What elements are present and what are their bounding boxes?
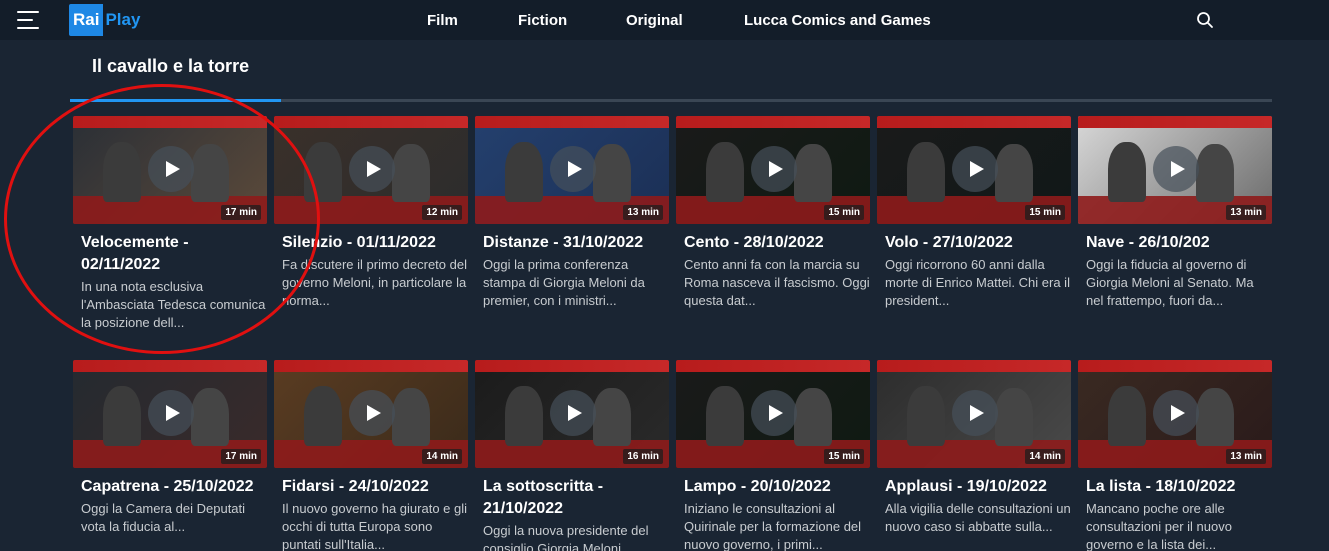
video-description: Oggi la Camera dei Deputati vota la fidu…: [81, 501, 246, 534]
video-description: Oggi la fiducia al governo di Giorgia Me…: [1086, 257, 1254, 308]
video-title[interactable]: Velocemente - 02/11/2022: [81, 232, 267, 276]
video-title[interactable]: Cento - 28/10/2022: [684, 232, 870, 254]
video-card[interactable]: 15 min Cento - 28/10/2022 Cento anni fa co…: [676, 116, 870, 336]
video-title[interactable]: Applausi - 19/10/2022: [885, 476, 1071, 498]
video-card[interactable]: 13 min Nave - 26/10/202 Oggi la fiducia al…: [1078, 116, 1272, 336]
video-thumbnail[interactable]: 14 min: [274, 360, 468, 468]
video-card[interactable]: 12 min Silenzio - 01/11/2022 Fa discutere …: [274, 116, 468, 336]
video-thumbnail[interactable]: 13 min: [475, 116, 669, 224]
video-title[interactable]: Capatrena - 25/10/2022: [81, 476, 267, 498]
video-title[interactable]: Fidarsi - 24/10/2022: [282, 476, 468, 498]
video-description: Oggi la nuova presidente del consiglio G…: [483, 523, 649, 551]
search-icon[interactable]: [1196, 11, 1214, 29]
video-description: Alla vigilia delle consultazioni un nuov…: [885, 501, 1071, 534]
video-card[interactable]: 17 min Capatrena - 25/10/2022 Oggi la Came…: [73, 360, 267, 551]
section-tab-underline: [70, 99, 1272, 102]
section-title: Il cavallo e la torre: [92, 56, 250, 76]
play-icon[interactable]: [148, 146, 194, 192]
video-card[interactable]: 13 min Distanze - 31/10/2022 Oggi la prima…: [475, 116, 669, 336]
play-icon[interactable]: [550, 146, 596, 192]
duration-badge: 14 min: [1025, 449, 1065, 464]
video-thumbnail[interactable]: 12 min: [274, 116, 468, 224]
video-title[interactable]: Nave - 26/10/202: [1086, 232, 1272, 254]
duration-badge: 12 min: [422, 205, 462, 220]
video-card[interactable]: 14 min Fidarsi - 24/10/2022 Il nuovo gover…: [274, 360, 468, 551]
video-title[interactable]: Silenzio - 01/11/2022: [282, 232, 468, 254]
play-icon[interactable]: [751, 390, 797, 436]
video-thumbnail[interactable]: 14 min: [877, 360, 1071, 468]
video-title[interactable]: La lista - 18/10/2022: [1086, 476, 1272, 498]
video-description: Il nuovo governo ha giurato e gli occhi …: [282, 501, 468, 551]
video-thumbnail[interactable]: 15 min: [676, 116, 870, 224]
video-thumbnail[interactable]: 16 min: [475, 360, 669, 468]
video-card[interactable]: 15 min Volo - 27/10/2022 Oggi ricorrono 60…: [877, 116, 1071, 336]
menu-icon[interactable]: [17, 10, 39, 30]
video-thumbnail[interactable]: 13 min: [1078, 360, 1272, 468]
logo-rai: Rai: [69, 4, 104, 36]
duration-badge: 17 min: [221, 449, 261, 464]
video-card[interactable]: 15 min Lampo - 20/10/2022 Iniziano le cons…: [676, 360, 870, 551]
duration-badge: 16 min: [623, 449, 663, 464]
logo-play: Play: [105, 10, 141, 29]
duration-badge: 13 min: [1226, 449, 1266, 464]
play-icon[interactable]: [349, 146, 395, 192]
video-thumbnail[interactable]: 15 min: [676, 360, 870, 468]
video-thumbnail[interactable]: 15 min: [877, 116, 1071, 224]
video-description: Oggi ricorrono 60 anni dalla morte di En…: [885, 257, 1070, 308]
play-icon[interactable]: [349, 390, 395, 436]
duration-badge: 13 min: [1226, 205, 1266, 220]
video-description: Fa discutere il primo decreto del govern…: [282, 257, 467, 308]
video-card[interactable]: 13 min La lista - 18/10/2022 Mancano poche…: [1078, 360, 1272, 551]
duration-badge: 15 min: [1025, 205, 1065, 220]
duration-badge: 15 min: [824, 205, 864, 220]
play-icon[interactable]: [751, 146, 797, 192]
video-description: Iniziano le consultazioni al Quirinale p…: [684, 501, 862, 551]
video-title[interactable]: Lampo - 20/10/2022: [684, 476, 870, 498]
nav-film[interactable]: Film: [427, 0, 458, 40]
video-card[interactable]: 16 min La sottoscritta - 21/10/2022 Oggi l…: [475, 360, 669, 551]
video-description: Mancano poche ore alle consultazioni per…: [1086, 501, 1232, 551]
duration-badge: 14 min: [422, 449, 462, 464]
video-card[interactable]: 14 min Applausi - 19/10/2022 Alla vigilia …: [877, 360, 1071, 551]
video-description: Cento anni fa con la marcia su Roma nasc…: [684, 257, 870, 308]
video-thumbnail[interactable]: 17 min: [73, 360, 267, 468]
video-description: Oggi la prima conferenza stampa di Giorg…: [483, 257, 645, 308]
video-thumbnail[interactable]: 17 min: [73, 116, 267, 224]
duration-badge: 15 min: [824, 449, 864, 464]
video-title[interactable]: La sottoscritta - 21/10/2022: [483, 476, 669, 520]
nav-original[interactable]: Original: [626, 0, 683, 40]
play-icon[interactable]: [550, 390, 596, 436]
play-icon[interactable]: [148, 390, 194, 436]
nav-lucca-comics[interactable]: Lucca Comics and Games: [744, 0, 931, 40]
video-description: In una nota esclusiva l'Ambasciata Tedes…: [81, 279, 266, 330]
play-icon[interactable]: [1153, 390, 1199, 436]
active-tab-indicator: [70, 99, 281, 102]
play-icon[interactable]: [1153, 146, 1199, 192]
raiplay-logo[interactable]: Rai Play: [69, 4, 142, 36]
duration-badge: 17 min: [221, 205, 261, 220]
duration-badge: 13 min: [623, 205, 663, 220]
video-title[interactable]: Distanze - 31/10/2022: [483, 232, 669, 254]
play-icon[interactable]: [952, 390, 998, 436]
video-card[interactable]: 17 min Velocemente - 02/11/2022 In una not…: [73, 116, 267, 336]
play-icon[interactable]: [952, 146, 998, 192]
nav-fiction[interactable]: Fiction: [518, 0, 567, 40]
top-navigation-bar: Rai Play Film Fiction Original Lucca Com…: [0, 0, 1329, 40]
video-thumbnail[interactable]: 13 min: [1078, 116, 1272, 224]
video-title[interactable]: Volo - 27/10/2022: [885, 232, 1071, 254]
